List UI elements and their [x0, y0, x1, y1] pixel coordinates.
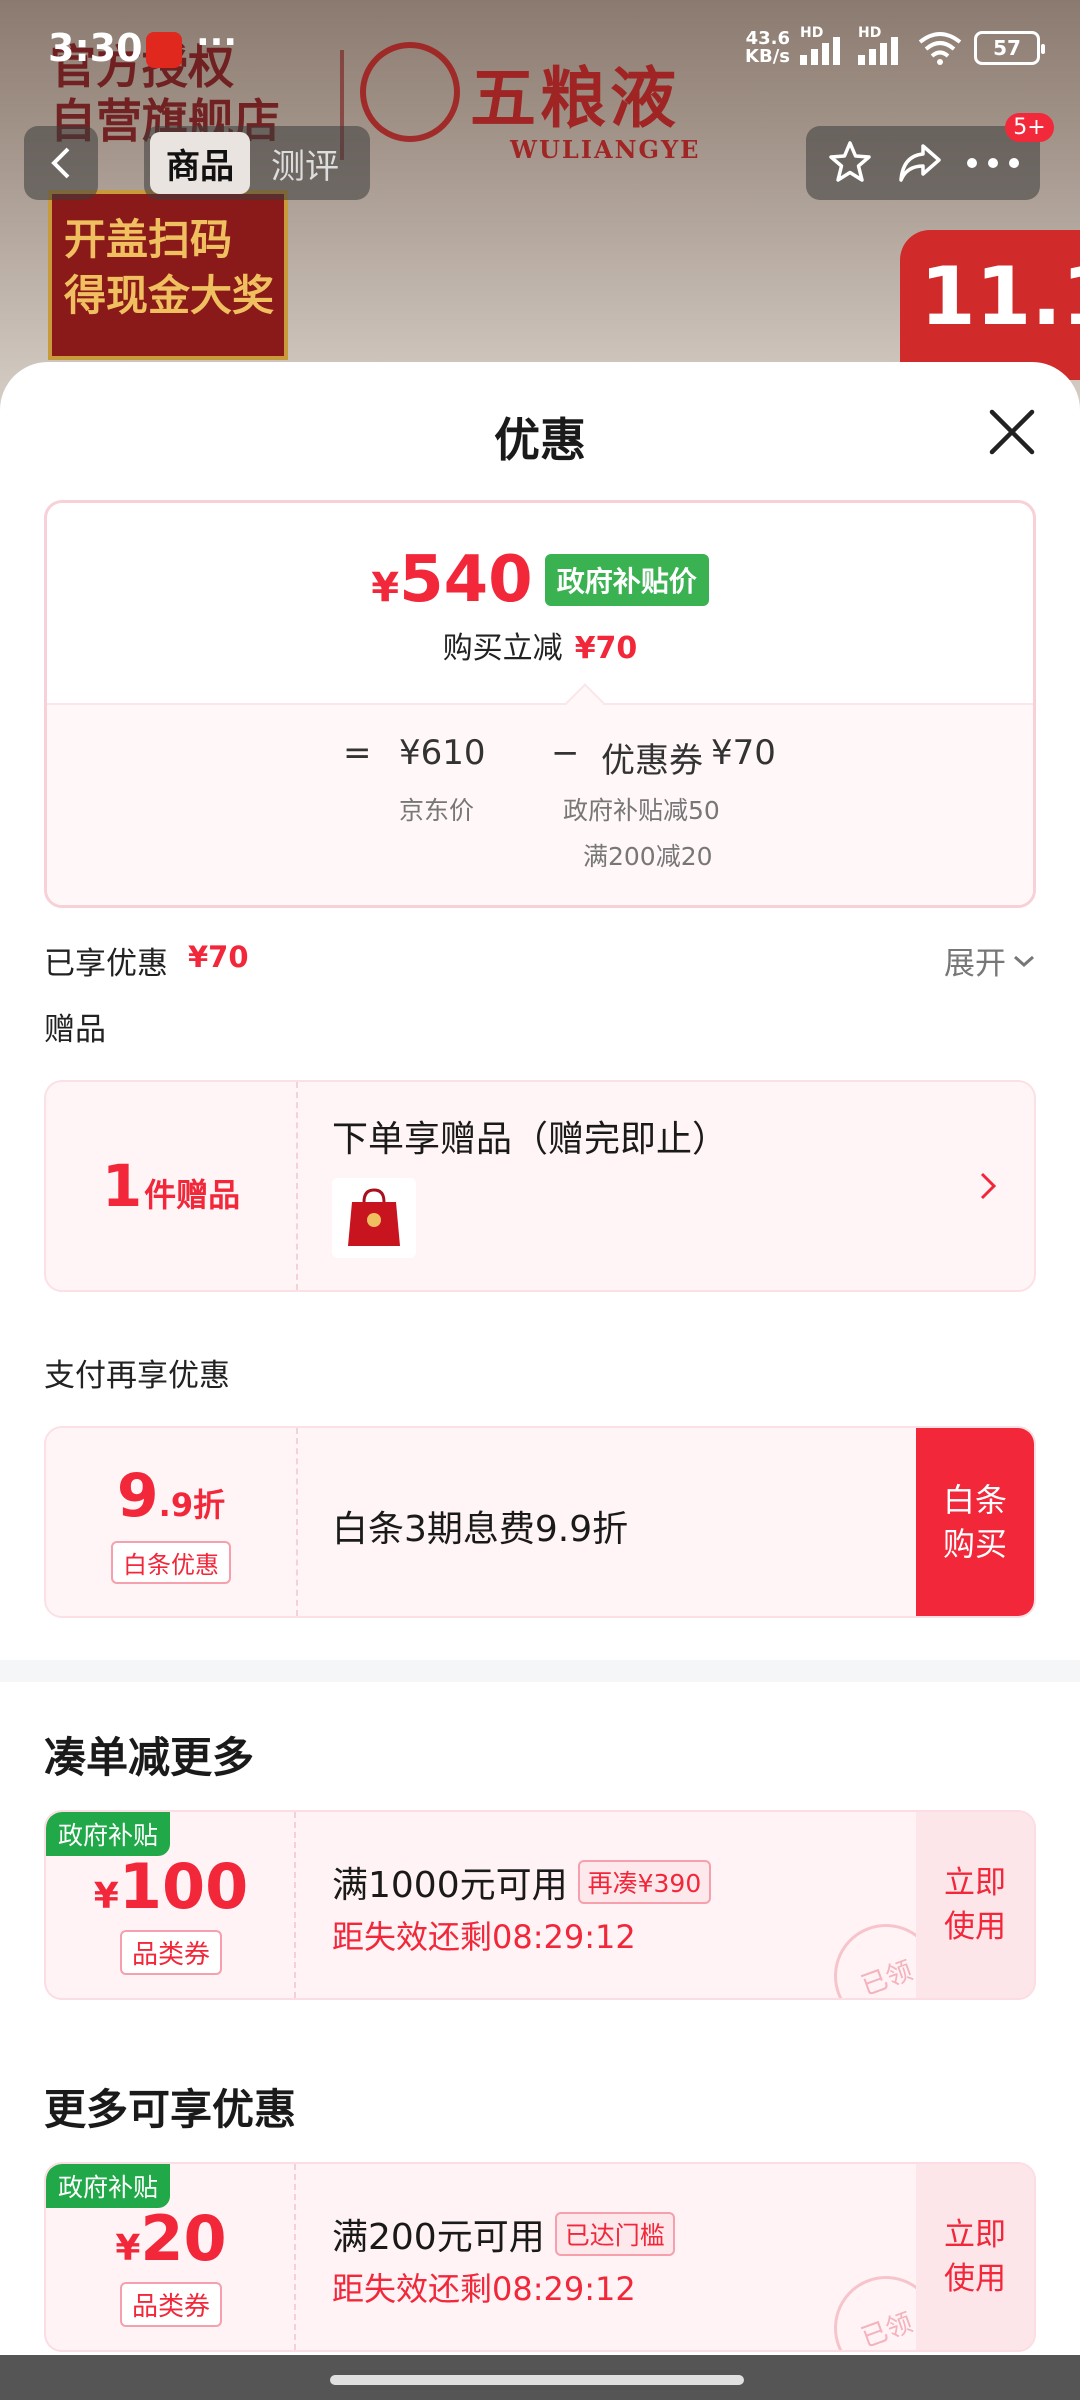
gift-bag-icon: [348, 1188, 400, 1246]
baitiao-discount-rate: 9 .9折: [116, 1460, 226, 1531]
threshold-reached-tag: 已达门槛: [554, 2212, 675, 2256]
chevron-right-icon: [980, 1172, 997, 1200]
tab-review[interactable]: 测评: [250, 132, 360, 194]
coupon-type-tag: 品类券: [120, 1930, 223, 1975]
gift-count: 1 件赠品: [101, 1152, 241, 1220]
coupon-amount: ¥100: [93, 1850, 249, 1923]
enjoyed-value: ¥70: [188, 940, 249, 974]
jd-app-notification-icon: [146, 32, 182, 68]
signal-icon: HD: [800, 25, 848, 65]
minus-sign: −: [551, 733, 580, 773]
signal-icon-2: HD: [858, 25, 906, 65]
coupon-label: 优惠券: [601, 741, 703, 781]
enjoyed-discount-row: 已享优惠 ¥70 展开: [44, 934, 1036, 984]
chevron-down-icon: [1014, 955, 1034, 967]
price-breakdown-card: ¥ 540 政府补贴价 购买立减 ¥70 = ¥610 − 优惠券 ¥70 京东价: [44, 500, 1036, 908]
baitiao-text: 白条3期息费9.9折: [332, 1509, 629, 1550]
close-icon[interactable]: [984, 404, 1040, 460]
coupon-sub-gov: 政府补贴减50: [563, 796, 720, 825]
use-now-button[interactable]: 立即 使用: [916, 1812, 1034, 1998]
gift-bag-image: [332, 1178, 416, 1258]
combine-order-heading: 凑单减更多: [44, 1733, 255, 1782]
jd-price-label: 京东价: [399, 796, 475, 825]
coupon-condition: 满200元可用 已达门槛: [332, 2208, 675, 2260]
coupon-amount: ¥20: [115, 2202, 227, 2275]
coupon-card-100: 政府补贴 ¥100 品类券 满1000元可用 再凑¥390 距失效还剩08:29…: [44, 1810, 1036, 2000]
expand-button[interactable]: 展开: [944, 938, 1036, 983]
coupon-type-tag: 品类券: [120, 2282, 223, 2327]
double-eleven-badge: 11.11: [900, 230, 1080, 380]
back-button[interactable]: [24, 126, 98, 200]
star-favorite-icon[interactable]: [826, 139, 874, 187]
more-menu-button[interactable]: 5+: [966, 113, 1054, 173]
status-bar: 3:30 ··· 43.6 KB/s HD HD 57: [0, 0, 1080, 100]
sheet-title: 优惠: [494, 413, 586, 467]
gift-card[interactable]: 1 件赠品 下单享赠品（赠完即止）: [44, 1080, 1036, 1292]
more-dots-icon: [966, 158, 1019, 168]
baitiao-discount-card: 9 .9折 白条优惠 白条3期息费9.9折 白条 购买: [44, 1426, 1036, 1618]
equals-sign: =: [343, 733, 372, 773]
coupon-sub-threshold: 满200减20: [583, 842, 713, 871]
coupon-card-20: 政府补贴 ¥20 品类券 满200元可用 已达门槛 距失效还剩08:29:12 …: [44, 2162, 1036, 2352]
promo-line2: 得现金大奖: [64, 271, 275, 320]
share-icon[interactable]: [895, 140, 945, 186]
product-top-nav: 商品 测评 5+: [0, 113, 1080, 210]
message-count-badge: 5+: [1005, 113, 1054, 142]
baitiao-tag: 白条优惠: [111, 1540, 231, 1584]
gift-section-label: 赠品: [44, 1012, 106, 1048]
price-calculation: = ¥610 − 优惠券 ¥70 京东价 政府补贴减50 满200减20: [47, 683, 1033, 905]
chevron-left-icon: [51, 147, 70, 179]
battery-icon: 57: [974, 31, 1045, 65]
add-more-tag: 再凑¥390: [577, 1860, 712, 1904]
coupon-timer: 距失效还剩08:29:12: [332, 2270, 636, 2308]
jd-price: ¥610: [399, 733, 486, 773]
system-nav-bar: [0, 2355, 1080, 2400]
discount-sheet: 优惠 ¥ 540 政府补贴价 购买立减 ¥70 = ¥610 − 优惠券 ¥70…: [0, 362, 1080, 2355]
coupon-value: ¥70: [711, 733, 776, 773]
tab-goods[interactable]: 商品: [150, 132, 250, 194]
gift-title: 下单享赠品（赠完即止）: [332, 1119, 729, 1160]
pay-section-label: 支付再享优惠: [44, 1358, 230, 1394]
wifi-icon: [918, 32, 962, 65]
baitiao-buy-button[interactable]: 白条 购买: [916, 1428, 1034, 1616]
home-indicator[interactable]: [330, 2375, 744, 2385]
coupon-condition: 满1000元可用 再凑¥390: [332, 1856, 712, 1908]
final-price: ¥ 540: [371, 543, 533, 617]
promo-banner: 开盖扫码 得现金大奖: [48, 190, 288, 360]
product-actions: 5+: [806, 113, 1054, 200]
gov-subsidy-price-tag: 政府补贴价: [544, 554, 709, 606]
coupon-timer: 距失效还剩08:29:12: [332, 1918, 636, 1956]
purchase-reduction: 购买立减 ¥70: [442, 631, 638, 666]
enjoyed-label: 已享优惠: [44, 946, 168, 982]
section-divider: [0, 1660, 1080, 1682]
network-speed: 43.6 KB/s: [745, 28, 790, 67]
status-time: 3:30: [48, 26, 143, 70]
use-now-button[interactable]: 立即 使用: [916, 2164, 1034, 2350]
more-available-heading: 更多可享优惠: [44, 2085, 297, 2134]
product-tabs: 商品 测评: [144, 126, 370, 200]
status-more-dots: ···: [196, 22, 238, 63]
